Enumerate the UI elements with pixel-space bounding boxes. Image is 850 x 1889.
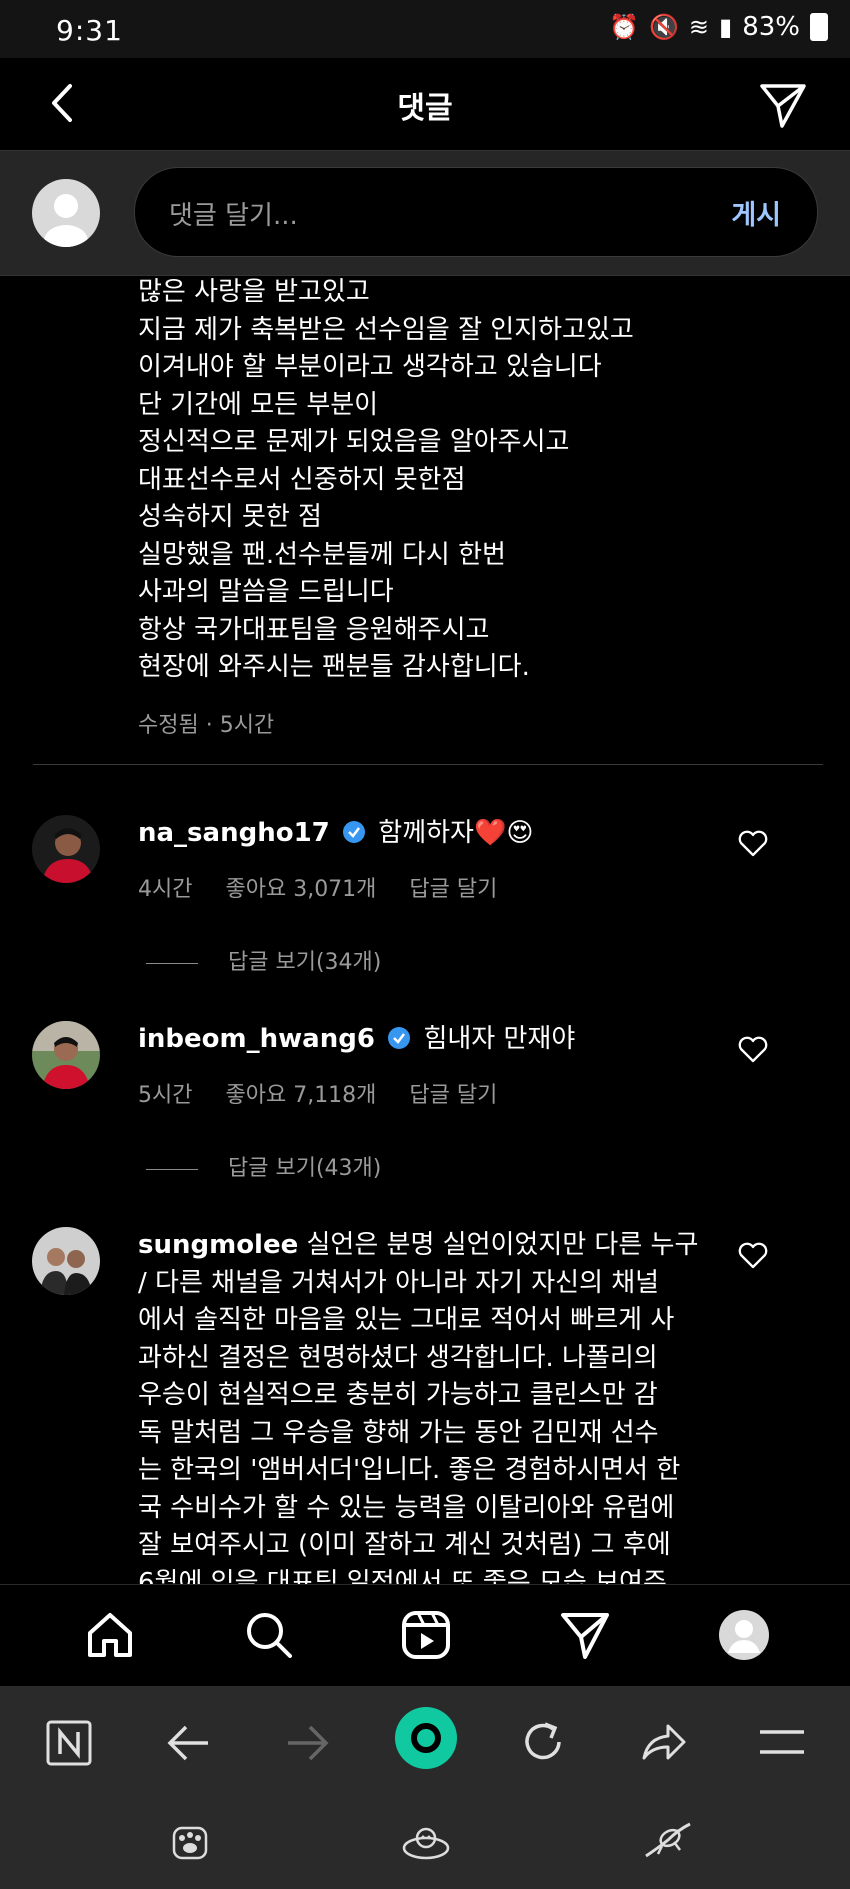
comment-input[interactable]: 댓글 달기... 게시 (134, 167, 818, 257)
like-heart-icon[interactable] (738, 1035, 768, 1063)
view-replies-button[interactable]: 답글 보기(43개) (146, 1150, 381, 1182)
caption-line: 이겨내야 할 부분이라고 생각하고 있습니다 (138, 352, 602, 382)
mute-icon: 🔇 (648, 13, 679, 41)
refresh-icon[interactable] (519, 1718, 567, 1766)
divider (33, 764, 823, 765)
paw-icon[interactable] (170, 1822, 210, 1862)
forward-arrow-icon[interactable] (284, 1722, 332, 1764)
avatar[interactable] (32, 1227, 100, 1295)
caption-line: 성숙하지 못한 점 (138, 502, 322, 532)
status-time: 9:31 (56, 14, 123, 47)
share-icon[interactable] (638, 1720, 688, 1764)
avatar[interactable] (32, 1021, 100, 1089)
comment-username[interactable]: sungmolee (138, 1230, 298, 1260)
green-dot-icon[interactable] (394, 1706, 458, 1770)
caption-line: 많은 사랑을 받고있고 (138, 277, 370, 307)
pet-bed-icon[interactable] (400, 1822, 452, 1862)
verified-badge-icon (343, 821, 366, 843)
avatar (32, 179, 100, 247)
comment-text-line: 실언은 분명 실언이었지만 다른 누구 (298, 1230, 699, 1260)
reply-button[interactable]: 답글 달기 (409, 1083, 497, 1108)
comment-text-line: 과하신 결정은 현명하셨다 생각합니다. 나폴리의 (138, 1342, 658, 1373)
wifi-icon: ≋ (688, 13, 709, 41)
reels-icon[interactable] (400, 1609, 452, 1661)
comment-text-line: / 다른 채널을 거쳐서가 아니라 자기 자신의 채널 (138, 1267, 660, 1298)
browser-toolbar (0, 1686, 850, 1889)
comment-item: sungmolee 실언은 분명 실언이었지만 다른 누구 / 다른 채널을 거… (0, 1227, 850, 1584)
comment-text-line: 독 말처럼 그 우승을 향해 가는 동안 김민재 선수 (138, 1417, 659, 1448)
comment-username[interactable]: na_sangho17 (138, 818, 330, 848)
user-silhouette-icon (44, 194, 88, 247)
view-replies-label: 답글 보기(43개) (228, 1156, 382, 1181)
naver-icon[interactable] (46, 1720, 92, 1766)
lizard-icon[interactable] (640, 1818, 696, 1864)
comment-text-line: 에서 솔직한 마음을 있는 그대로 적어서 빠르게 사 (138, 1305, 675, 1335)
comment-likes[interactable]: 좋아요 7,118개 (225, 1083, 376, 1108)
signal-icon: ▮ (718, 13, 733, 41)
comment-likes[interactable]: 좋아요 3,071개 (225, 877, 376, 902)
search-icon[interactable] (243, 1609, 295, 1661)
avatar[interactable] (32, 815, 100, 883)
like-heart-icon[interactable] (738, 1241, 768, 1269)
comment-text-line: 6월에 있을 대표팀 일정에서 또 좋은 모습 보여주 (138, 1567, 667, 1585)
like-heart-icon[interactable] (738, 829, 768, 857)
comment-username[interactable]: inbeom_hwang6 (138, 1024, 375, 1054)
send-icon[interactable] (756, 78, 810, 132)
replies-dash (146, 1168, 198, 1170)
caption-meta: 수정됨 · 5시간 (138, 712, 275, 738)
status-bar: 9:31 ⏰ 🔇 ≋ ▮ 83% (0, 0, 850, 58)
reply-button[interactable]: 답글 달기 (409, 877, 497, 902)
battery-icon (810, 13, 828, 41)
comment-text: 힘내자 만재야 (423, 1024, 576, 1054)
comment-text-line: 잘 보여주시고 (이미 잘하고 계신 것처럼) 그 후에 (138, 1530, 671, 1560)
caption-line: 항상 국가대표팀을 응원해주시고 (138, 614, 490, 645)
comment-time: 4시간 (138, 876, 193, 902)
comment-text-line: 는 한국의 '앰버서더'입니다. 좋은 경험하시면서 한 (138, 1455, 681, 1485)
caption-line: 정신적으로 문제가 되었음을 알아주시고 (138, 427, 570, 457)
view-replies-button[interactable]: 답글 보기(34개) (146, 944, 381, 976)
view-replies-label: 답글 보기(34개) (228, 950, 382, 975)
caption-line: 현장에 와주시는 팬분들 감사합니다. (138, 652, 530, 682)
replies-dash (146, 962, 198, 964)
caption-line: 단 기간에 모든 부분이 (138, 389, 379, 420)
caption-line: 사과의 말씀을 드립니다 (138, 577, 394, 607)
caption-line: 지금 제가 축복받은 선수임을 잘 인지하고있고 (138, 314, 634, 345)
status-icons: ⏰ 🔇 ≋ ▮ 83% (609, 12, 828, 42)
comment-text: 함께하자❤️😍 (378, 818, 534, 848)
menu-icon[interactable] (758, 1726, 806, 1758)
alarm-icon: ⏰ (609, 13, 639, 41)
comment-placeholder: 댓글 달기... (169, 201, 298, 231)
caption-line: 대표선수로서 신중하지 못한점 (138, 464, 466, 495)
back-arrow-icon[interactable] (164, 1722, 212, 1764)
home-icon[interactable] (84, 1609, 136, 1661)
comment-text-line: 국 수비수가 할 수 있는 능력을 이탈리아와 유럽에 (138, 1492, 675, 1523)
comment-time: 5시간 (138, 1082, 193, 1108)
comment-text-line: 우승이 현실적으로 충분히 가능하고 클린스만 감 (138, 1380, 658, 1410)
post-button[interactable]: 게시 (731, 193, 781, 232)
header: 댓글 (0, 58, 850, 150)
direct-icon[interactable] (559, 1609, 611, 1661)
battery-text: 83% (742, 12, 800, 42)
profile-icon[interactable] (718, 1609, 770, 1661)
caption-line: 실망했을 팬.선수분들께 다시 한번 (138, 539, 506, 570)
page-title: 댓글 (397, 91, 453, 126)
bottom-nav (0, 1584, 850, 1687)
comment-input-bar: 댓글 달기... 게시 (0, 150, 850, 276)
verified-badge-icon (388, 1027, 411, 1049)
caption: 많은 사랑을 받고있고 지금 제가 축복받은 선수임을 잘 인지하고있고 이겨내… (138, 274, 818, 739)
